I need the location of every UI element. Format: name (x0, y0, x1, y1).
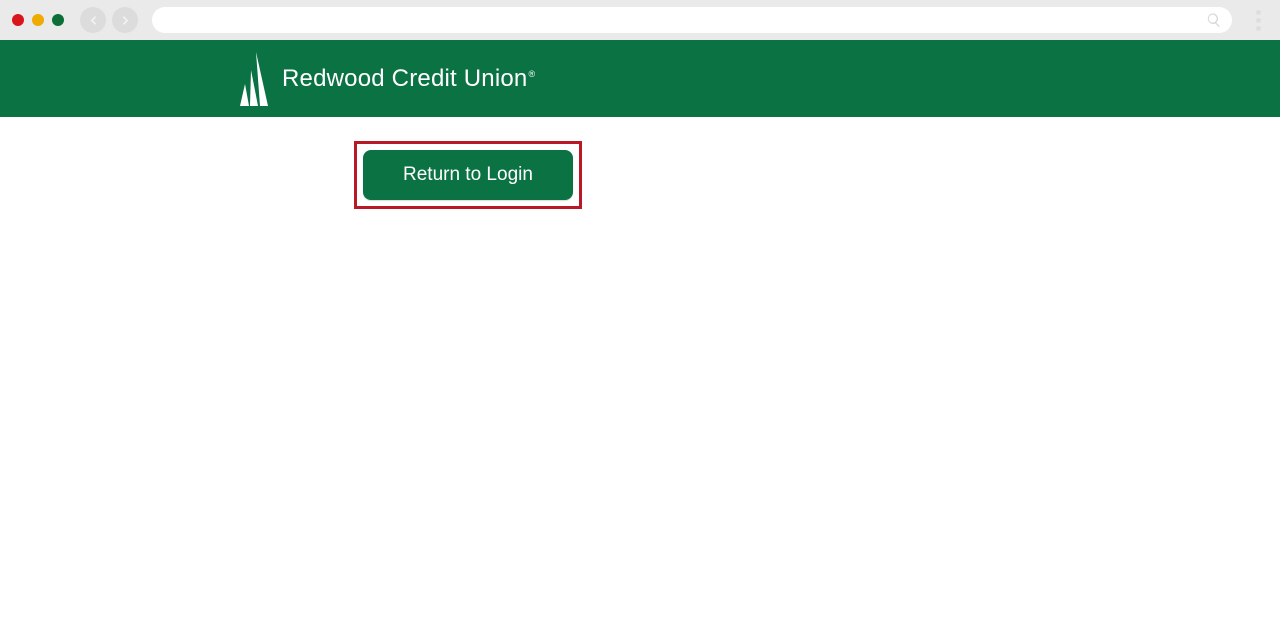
return-to-login-button[interactable]: Return to Login (363, 150, 573, 200)
window-controls (12, 14, 64, 26)
forward-button[interactable] (112, 7, 138, 33)
site-banner: Redwood Credit Union ® (0, 40, 1280, 117)
browser-menu-button[interactable] (1248, 10, 1268, 31)
brand-logo-icon (238, 52, 268, 106)
minimize-window-icon[interactable] (32, 14, 44, 26)
arrow-right-icon (119, 14, 132, 27)
registered-mark-icon: ® (528, 69, 535, 79)
dots-vertical-icon (1256, 10, 1261, 15)
close-window-icon[interactable] (12, 14, 24, 26)
search-icon (1206, 12, 1222, 28)
brand-name-text: Redwood Credit Union (282, 65, 527, 93)
page-content: Return to Login (0, 117, 1280, 209)
maximize-window-icon[interactable] (52, 14, 64, 26)
address-bar[interactable] (152, 7, 1232, 33)
brand-name: Redwood Credit Union ® (282, 65, 535, 93)
browser-chrome (0, 0, 1280, 40)
brand: Redwood Credit Union ® (238, 52, 535, 106)
arrow-left-icon (87, 14, 100, 27)
nav-arrows (80, 7, 138, 33)
highlight-box: Return to Login (354, 141, 582, 209)
back-button[interactable] (80, 7, 106, 33)
